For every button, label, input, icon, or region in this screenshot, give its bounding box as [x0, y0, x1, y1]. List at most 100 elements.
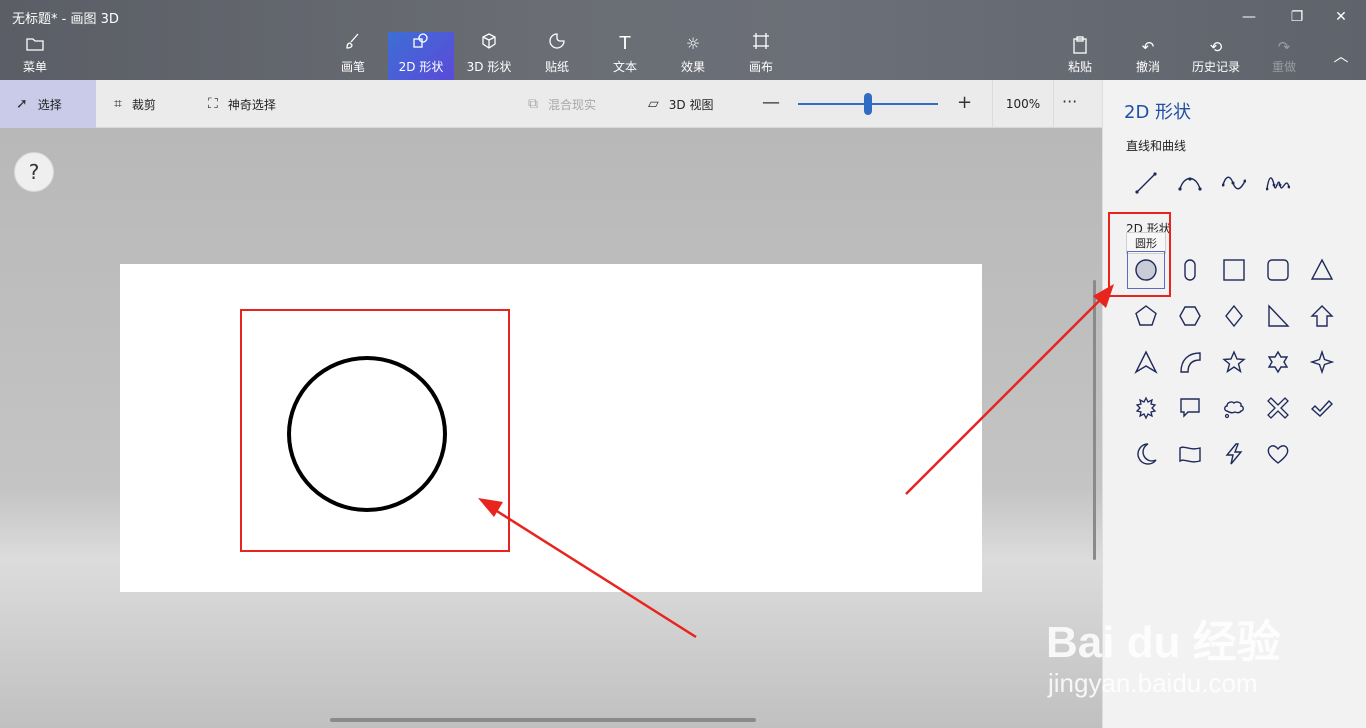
thought-bubble-shape-tool[interactable]: [1215, 389, 1253, 427]
crop-tool[interactable]: ⌗ 裁剪: [114, 80, 156, 128]
star-6-shape-tool[interactable]: [1259, 343, 1297, 381]
history-icon: ⟲: [1209, 38, 1223, 56]
banner-shape-tool[interactable]: [1171, 435, 1209, 473]
tab-2d-shapes[interactable]: 2D 形状: [388, 32, 454, 80]
arc-icon: [1180, 352, 1201, 373]
checkmark-shape-tool[interactable]: [1303, 389, 1341, 427]
hexagon-shape-tool[interactable]: [1171, 297, 1209, 335]
arrow-up-icon: [1310, 305, 1334, 327]
curve-tool[interactable]: [1171, 164, 1209, 202]
text-icon: T: [619, 33, 631, 54]
title-ribbon-bar: 无标题* - 画图 3D — ❐ ✕ 菜单 画笔 2D 形状 3D 形状 贴纸 …: [0, 0, 1366, 80]
speech-bubble-shape-tool[interactable]: [1171, 389, 1209, 427]
menu-button[interactable]: 菜单: [12, 36, 58, 78]
collapse-ribbon-button[interactable]: ︿: [1316, 36, 1366, 78]
banner-icon: [1179, 446, 1201, 463]
diamond-shape-tool[interactable]: [1215, 297, 1253, 335]
brush-icon: [320, 32, 386, 56]
horizontal-scrollbar[interactable]: [330, 718, 756, 722]
redo-label: 重做: [1271, 60, 1296, 74]
heart-shape-tool[interactable]: [1259, 435, 1297, 473]
more-options-button[interactable]: ···: [1062, 92, 1077, 111]
line-tool[interactable]: [1127, 164, 1165, 202]
circle-shape-tool[interactable]: [1127, 251, 1165, 289]
tab-canvas-label: 画布: [748, 60, 773, 74]
rounded-square-icon: [1267, 259, 1289, 281]
tab-3d-shapes[interactable]: 3D 形状: [456, 32, 522, 80]
rounded-square-shape-tool[interactable]: [1259, 251, 1297, 289]
moon-icon: [1137, 443, 1157, 465]
minimize-button[interactable]: —: [1226, 4, 1272, 30]
close-button[interactable]: ✕: [1318, 4, 1364, 30]
curve-2-tool[interactable]: [1215, 164, 1253, 202]
star-icon: [1222, 350, 1246, 374]
window-title: 无标题* - 画图 3D: [12, 12, 119, 27]
star-4-shape-tool[interactable]: [1303, 343, 1341, 381]
arrow-up-shape-tool[interactable]: [1303, 297, 1341, 335]
curve-3-tool[interactable]: [1259, 164, 1297, 202]
mixed-reality-icon: ⧉: [528, 96, 538, 112]
right-triangle-icon: [1268, 304, 1290, 327]
tab-brushes[interactable]: 画笔: [320, 32, 386, 80]
star-5-shape-tool[interactable]: [1215, 343, 1253, 381]
undo-button[interactable]: ↶ 撤消: [1116, 36, 1180, 78]
tab-brushes-label: 画笔: [340, 60, 365, 74]
four-point-star-icon: [1310, 350, 1334, 374]
select-label: 选择: [37, 97, 62, 112]
square-icon: [1223, 259, 1245, 281]
burst-icon: [1135, 396, 1157, 420]
checkmark-icon: [1310, 399, 1333, 417]
square-shape-tool[interactable]: [1215, 251, 1253, 289]
lightning-shape-tool[interactable]: [1215, 435, 1253, 473]
3d-view-button[interactable]: ▱ 3D 视图: [648, 80, 713, 128]
2d-shapes-icon: [388, 32, 454, 56]
diamond-icon: [1225, 304, 1243, 328]
magic-select-tool[interactable]: ⛶ 神奇选择: [208, 80, 276, 128]
tab-canvas[interactable]: 画布: [728, 32, 794, 80]
select-tool[interactable]: ➚ 选择: [0, 80, 96, 128]
mixed-reality-label: 混合现实: [548, 97, 597, 112]
magic-select-label: 神奇选择: [227, 97, 276, 112]
wave-curve-icon: [1222, 176, 1246, 190]
tab-stickers-label: 贴纸: [544, 60, 569, 74]
zoom-in-button[interactable]: +: [957, 92, 972, 113]
redo-button[interactable]: ↷ 重做: [1252, 36, 1316, 78]
history-button[interactable]: ⟲ 历史记录: [1184, 36, 1248, 78]
history-label: 历史记录: [1191, 60, 1240, 74]
speech-bubble-icon: [1180, 398, 1200, 418]
tab-effects[interactable]: ☼ 效果: [660, 32, 726, 80]
lightning-icon: [1225, 443, 1243, 465]
zoom-percentage[interactable]: 100%: [992, 80, 1054, 128]
help-button[interactable]: ?: [14, 152, 54, 192]
tab-stickers[interactable]: 贴纸: [524, 32, 590, 80]
heart-icon: [1267, 445, 1289, 464]
vertical-scrollbar[interactable]: [1093, 280, 1096, 560]
3d-view-label: 3D 视图: [668, 97, 714, 112]
mixed-reality-button[interactable]: ⧉ 混合现实: [528, 80, 596, 128]
sun-icon: ☼: [685, 34, 701, 53]
capsule-shape-tool[interactable]: [1171, 251, 1209, 289]
tab-text[interactable]: T 文本: [592, 32, 658, 80]
pentagon-icon: [1135, 305, 1157, 326]
arc-shape-tool[interactable]: [1171, 343, 1209, 381]
right-triangle-shape-tool[interactable]: [1259, 297, 1297, 335]
pentagon-shape-tool[interactable]: [1127, 297, 1165, 335]
cursor-icon: ➚: [16, 96, 28, 112]
restore-button[interactable]: ❐: [1274, 4, 1320, 30]
clipboard-icon: [1048, 36, 1112, 58]
paste-button[interactable]: 粘贴: [1048, 36, 1112, 78]
line-icon: [1135, 172, 1157, 194]
burst-shape-tool[interactable]: [1127, 389, 1165, 427]
redo-icon: ↷: [1277, 38, 1291, 56]
moon-shape-tool[interactable]: [1127, 435, 1165, 473]
magic-select-icon: ⛶: [208, 96, 218, 112]
annotation-box-circle: [240, 309, 510, 552]
tab-3d-shapes-label: 3D 形状: [466, 60, 512, 74]
triangle-icon: [1310, 258, 1334, 280]
x-shape-tool[interactable]: [1259, 389, 1297, 427]
tab-effects-label: 效果: [680, 60, 705, 74]
zoom-slider-thumb[interactable]: [864, 93, 872, 115]
navigation-arrow-shape-tool[interactable]: [1127, 343, 1165, 381]
triangle-shape-tool[interactable]: [1303, 251, 1341, 289]
zoom-out-button[interactable]: —: [762, 92, 780, 113]
